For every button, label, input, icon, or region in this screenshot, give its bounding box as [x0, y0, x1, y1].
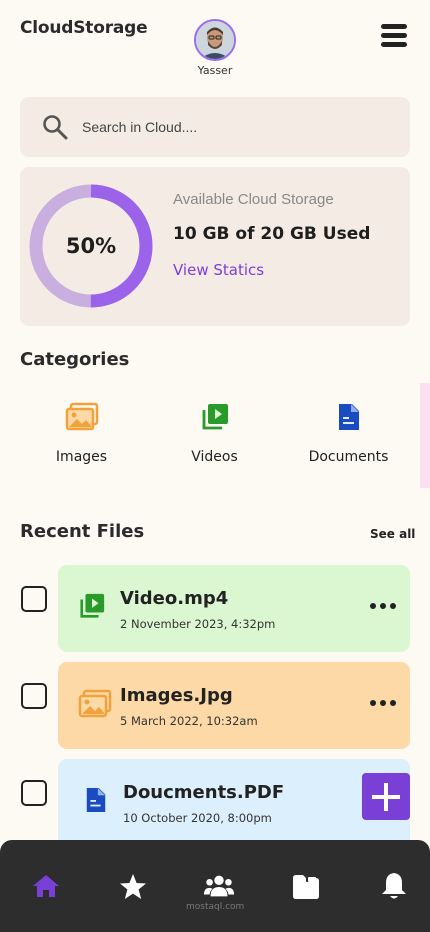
- header: CloudStorage Yasser: [0, 0, 430, 90]
- search-input[interactable]: Search in Cloud....: [82, 119, 197, 135]
- images-icon: [78, 689, 112, 718]
- recent-files-title: Recent Files: [20, 521, 145, 542]
- nav-favorites[interactable]: [117, 870, 149, 902]
- file-date: 5 March 2022, 10:32am: [120, 714, 258, 728]
- more-options-icon[interactable]: [370, 603, 396, 611]
- file-date: 2 November 2023, 4:32pm: [120, 617, 276, 631]
- category-label: Images: [55, 449, 108, 465]
- images-icon: [65, 402, 98, 431]
- see-all-link[interactable]: See all: [370, 527, 415, 541]
- category-next-peek[interactable]: [420, 383, 430, 488]
- file-name: Video.mp4: [120, 588, 229, 609]
- home-icon: [33, 875, 59, 897]
- file-checkbox[interactable]: [21, 683, 47, 709]
- file-checkbox[interactable]: [21, 586, 47, 612]
- bell-icon: [382, 873, 406, 899]
- file-name: Doucments.PDF: [123, 782, 285, 803]
- document-icon: [338, 404, 359, 430]
- app-title: CloudStorage: [20, 18, 148, 38]
- nav-files[interactable]: [290, 870, 322, 902]
- people-icon: [203, 875, 235, 897]
- storage-card: 50% Available Cloud Storage 10 GB of 20 …: [20, 167, 410, 326]
- search-bar[interactable]: Search in Cloud....: [20, 97, 410, 157]
- more-options-icon[interactable]: [370, 700, 396, 708]
- file-date: 10 October 2020, 8:00pm: [123, 811, 272, 825]
- plus-icon: [372, 782, 400, 811]
- folder-icon: [293, 875, 319, 899]
- storage-percent: 50%: [65, 234, 117, 258]
- file-card-documents[interactable]: Doucments.PDF 10 October 2020, 8:00pm: [58, 759, 410, 849]
- star-icon: [120, 873, 146, 899]
- add-file-button[interactable]: [362, 773, 410, 820]
- category-videos[interactable]: Videos: [153, 383, 276, 488]
- category-label: Videos: [191, 449, 238, 465]
- categories-title: Categories: [20, 349, 130, 370]
- file-checkbox[interactable]: [21, 780, 47, 806]
- avatar[interactable]: [194, 19, 236, 61]
- document-icon: [86, 788, 106, 812]
- search-icon: [43, 115, 68, 140]
- nav-home[interactable]: [30, 870, 62, 902]
- file-name: Images.Jpg: [120, 685, 233, 706]
- file-card-video[interactable]: Video.mp4 2 November 2023, 4:32pm: [58, 565, 410, 652]
- bottom-nav: mostaql.com: [0, 840, 430, 932]
- nav-shared[interactable]: [203, 870, 235, 902]
- menu-button[interactable]: [381, 24, 407, 48]
- category-documents[interactable]: Documents: [287, 383, 410, 488]
- user-name: Yasser: [197, 64, 233, 77]
- watermark: mostaql.com: [186, 902, 245, 912]
- nav-notifications[interactable]: [378, 870, 410, 902]
- storage-title: Available Cloud Storage: [173, 191, 334, 208]
- view-statics-link[interactable]: View Statics: [173, 261, 264, 279]
- video-icon: [80, 593, 105, 618]
- storage-usage: 10 GB of 20 GB Used: [173, 224, 371, 244]
- user-profile[interactable]: Yasser: [193, 19, 237, 77]
- category-images[interactable]: Images: [20, 383, 143, 488]
- category-label: Documents: [308, 449, 389, 465]
- file-card-images[interactable]: Images.Jpg 5 March 2022, 10:32am: [58, 662, 410, 749]
- menu-icon: [381, 24, 407, 29]
- video-icon: [202, 404, 228, 430]
